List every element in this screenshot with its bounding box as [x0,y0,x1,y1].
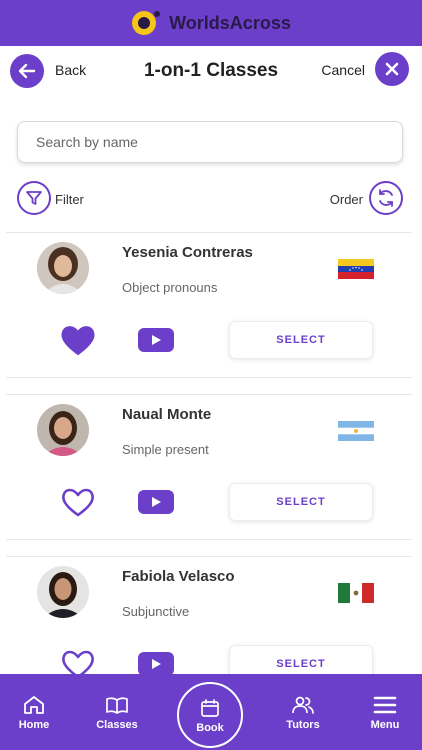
divider [6,377,412,378]
filter-icon [26,191,42,205]
order-button[interactable] [369,181,403,215]
order-label[interactable]: Order [330,192,363,207]
argentina-flag-icon [338,421,374,441]
tutor-card: Yesenia Contreras Object pronouns SELECT [0,232,422,382]
close-icon [385,62,399,76]
tab-menu-label: Menu [370,718,400,731]
search-input[interactable] [17,121,403,163]
tutor-name: Fabiola Velasco [122,568,235,585]
play-icon [152,497,161,507]
tutor-card: Fabiola Velasco Subjunctive SELECT [0,556,422,674]
bottom-tab-bar: Home Classes Book Tutors Menu [0,674,422,750]
video-play-button[interactable] [138,652,174,674]
select-button[interactable]: SELECT [229,645,373,674]
mexico-flag-icon [338,583,374,603]
nav-bar: Back 1-on-1 Classes Cancel [0,46,422,96]
video-play-button[interactable] [138,490,174,514]
tutor-name: Yesenia Contreras [122,244,253,261]
select-button[interactable]: SELECT [229,483,373,521]
tab-classes-label: Classes [96,718,138,731]
heart-outline-icon[interactable] [60,648,96,674]
venezuela-flag-icon [338,259,374,279]
avatar [37,566,89,618]
hamburger-menu-icon [373,694,397,716]
video-play-button[interactable] [138,328,174,352]
calendar-icon [200,697,220,719]
back-label[interactable]: Back [55,62,86,78]
tab-book[interactable]: Book [177,682,243,748]
filter-button[interactable] [17,181,51,215]
users-icon [291,694,315,716]
arrow-left-icon [18,63,36,79]
tab-home[interactable]: Home [12,674,56,750]
tutor-card: Naual Monte Simple present SELECT [0,394,422,544]
tab-classes[interactable]: Classes [92,674,142,750]
filter-label[interactable]: Filter [55,192,84,207]
heart-outline-icon[interactable] [60,486,96,518]
select-button[interactable]: SELECT [229,321,373,359]
brand: WorldsAcross [131,9,291,37]
heart-filled-icon[interactable] [60,324,96,356]
tab-tutors-label: Tutors [286,718,320,731]
tab-menu[interactable]: Menu [364,674,406,750]
play-icon [152,335,161,345]
back-button[interactable] [10,54,44,88]
tutor-topic: Simple present [122,442,209,457]
filter-row: Filter Order [0,181,422,217]
app-header: WorldsAcross [0,0,422,46]
play-icon [152,659,161,669]
tutor-topic: Subjunctive [122,604,190,619]
refresh-icon [379,189,393,207]
avatar [37,404,89,456]
tab-home-label: Home [18,718,50,731]
avatar [37,242,89,294]
tab-tutors[interactable]: Tutors [280,674,326,750]
tab-book-label: Book [196,721,224,734]
home-icon [23,694,45,716]
worldsacross-logo-icon [131,9,163,37]
tutor-name: Naual Monte [122,406,212,423]
book-open-icon [105,694,129,716]
brand-name: WorldsAcross [169,12,291,33]
tutor-topic: Object pronouns [122,280,218,295]
cancel-button[interactable] [375,52,409,86]
divider [6,539,412,540]
cancel-label[interactable]: Cancel [321,62,365,78]
tutor-list[interactable]: Yesenia Contreras Object pronouns SELECT [0,232,422,674]
page-title: 1-on-1 Classes [143,60,279,81]
